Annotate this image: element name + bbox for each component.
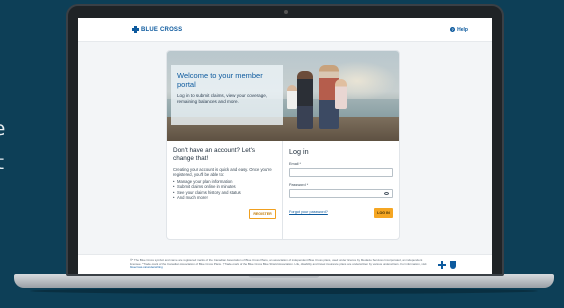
login-heading: Log in xyxy=(289,147,309,156)
help-link[interactable]: ? Help xyxy=(450,27,468,33)
camera-icon xyxy=(284,10,288,14)
forgot-password-link[interactable]: Forgot your password? xyxy=(289,210,328,214)
top-bar: BLUE CROSS ? Help xyxy=(78,18,492,42)
laptop-screen: BLUE CROSS ? Help Welcome to your member… xyxy=(78,18,492,274)
footer: ®* The Blue Cross symbol and name are re… xyxy=(78,254,492,274)
welcome-panel: Welcome to your member portal Log in to … xyxy=(171,65,283,125)
main-content: Welcome to your member portal Log in to … xyxy=(78,42,492,254)
blue-cross-logo[interactable]: BLUE CROSS xyxy=(132,26,182,33)
hero-banner: Welcome to your member portal Log in to … xyxy=(167,51,399,141)
password-field[interactable] xyxy=(289,189,393,198)
background-text-fragment-1: e xyxy=(0,118,5,140)
laptop-lid: BLUE CROSS ? Help Welcome to your member… xyxy=(66,4,504,276)
hero-person-father xyxy=(297,71,313,129)
register-button[interactable]: REGISTER xyxy=(249,209,276,219)
register-section: Don't have an account? Let's change that… xyxy=(167,141,283,239)
blue-shield-icon xyxy=(450,260,456,269)
background-text-fragment-2: t xyxy=(0,152,5,174)
blue-cross-icon xyxy=(438,260,446,269)
footer-legal-text: ®* The Blue Cross symbol and name are re… xyxy=(130,258,427,266)
footer-logos xyxy=(438,260,456,269)
email-field[interactable] xyxy=(289,168,393,177)
welcome-subtitle: Log in to submit claims, view your cover… xyxy=(177,93,268,104)
help-label: Help xyxy=(457,26,468,33)
card-columns: Don't have an account? Let's change that… xyxy=(167,141,399,239)
laptop-shadow xyxy=(30,288,538,294)
login-section: Log in Email * Password * Forgot your pa… xyxy=(283,141,399,239)
login-button[interactable]: LOG IN xyxy=(374,208,393,218)
benefits-list: Manage your plan information Submit clai… xyxy=(173,179,276,201)
footer-legal: ®* The Blue Cross symbol and name are re… xyxy=(130,258,430,270)
register-intro: Creating your account is quick and easy.… xyxy=(173,167,272,178)
list-item: And much more! xyxy=(173,195,276,201)
show-password-icon[interactable] xyxy=(384,192,389,195)
welcome-title: Welcome to your member portal xyxy=(177,71,263,89)
laptop-base xyxy=(14,274,554,288)
login-card: Welcome to your member portal Log in to … xyxy=(166,50,400,240)
logo-text: BLUE CROSS xyxy=(141,26,183,33)
help-icon: ? xyxy=(450,27,456,32)
hero-person-child xyxy=(287,85,297,109)
email-label: Email * xyxy=(289,162,302,166)
hero-person-daughter xyxy=(335,79,347,109)
password-label: Password * xyxy=(289,183,309,187)
blue-cross-icon xyxy=(132,26,139,33)
register-heading: Don't have an account? Let's change that… xyxy=(173,147,256,162)
underwriting-link[interactable]: bluecross.ca/underwriting xyxy=(130,265,163,269)
